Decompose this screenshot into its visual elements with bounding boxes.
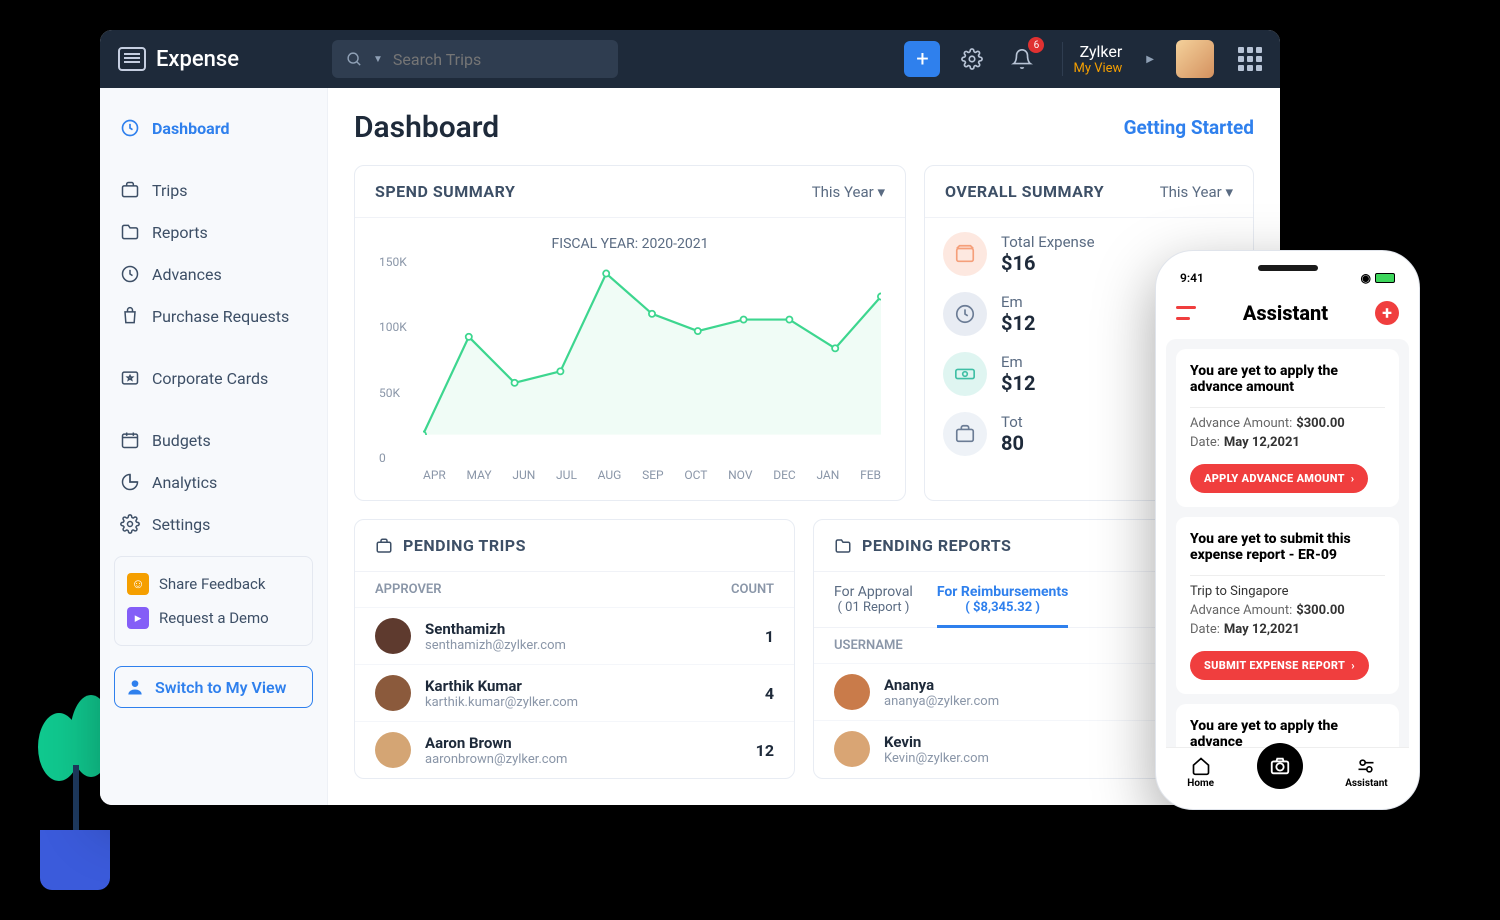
demo-icon: ▸ xyxy=(127,607,149,629)
phone-camera-button[interactable] xyxy=(1257,743,1303,789)
nav-analytics[interactable]: Analytics xyxy=(108,462,319,502)
search-dropdown-caret[interactable]: ▼ xyxy=(373,54,383,65)
phone-nav-home[interactable]: Home xyxy=(1187,756,1214,789)
switch-view-button[interactable]: Switch to My View xyxy=(114,666,313,708)
assistant-icon xyxy=(1356,756,1376,776)
phone-bottom-nav: Home Assistant xyxy=(1166,747,1409,797)
avatar xyxy=(375,618,411,654)
briefcase-icon xyxy=(120,180,140,200)
tab-for-reimbursements[interactable]: For Reimbursements( $8,345.32 ) xyxy=(937,584,1068,628)
apps-grid-icon[interactable] xyxy=(1238,47,1262,71)
chart-title: FISCAL YEAR: 2020-2021 xyxy=(379,236,881,252)
overall-summary-range-dropdown[interactable]: This Year ▾ xyxy=(1160,183,1233,201)
nav-reports[interactable]: Reports xyxy=(108,212,319,252)
phone-action-button[interactable]: SUBMIT EXPENSE REPORT › xyxy=(1190,651,1369,680)
chevron-right-icon[interactable]: ▶ xyxy=(1146,54,1154,65)
advance-clock-icon xyxy=(120,264,140,284)
phone-card: You are yet to submit this expense repor… xyxy=(1176,517,1399,694)
gear-small-icon xyxy=(120,514,140,534)
avatar xyxy=(834,731,870,767)
spend-summary-panel: SPEND SUMMARY This Year ▾ FISCAL YEAR: 2… xyxy=(354,165,906,501)
nav-corporate-cards[interactable]: Corporate Cards xyxy=(108,358,319,398)
home-icon xyxy=(1191,756,1211,776)
briefcase-small-icon xyxy=(375,537,393,555)
phone-card: You are yet to apply the advance amountA… xyxy=(1176,349,1399,507)
search-box[interactable]: ▼ xyxy=(332,40,618,78)
phone-notch xyxy=(1258,265,1318,271)
phone-add-button[interactable]: + xyxy=(1375,301,1399,325)
avatar xyxy=(375,675,411,711)
org-view: My View xyxy=(1073,61,1122,76)
camera-icon xyxy=(1269,755,1291,777)
request-demo[interactable]: ▸Request a Demo xyxy=(125,601,302,635)
search-input[interactable] xyxy=(393,50,604,69)
pending-reports-title: PENDING REPORTS xyxy=(834,536,1011,555)
clock-icon xyxy=(120,118,140,138)
wifi-icon: ◉ xyxy=(1361,271,1371,285)
pending-trips-title: PENDING TRIPS xyxy=(375,536,526,555)
page-title: Dashboard xyxy=(354,110,499,145)
main-content: Dashboard Getting Started SPEND SUMMARY … xyxy=(328,88,1280,805)
phone-time: 9:41 xyxy=(1180,271,1204,285)
brand-icon xyxy=(118,47,146,71)
bag-icon xyxy=(120,306,140,326)
pie-icon xyxy=(120,472,140,492)
nav-dashboard[interactable]: Dashboard xyxy=(108,108,319,148)
notification-badge: 6 xyxy=(1028,37,1044,53)
mobile-phone-mockup: 9:41 ◉ Assistant + You are yet to apply … xyxy=(1155,250,1420,810)
add-button[interactable]: + xyxy=(904,41,940,77)
sidebar: Dashboard Trips Reports Advances Purchas… xyxy=(100,88,328,805)
phone-action-button[interactable]: APPLY ADVANCE AMOUNT › xyxy=(1190,464,1368,493)
share-feedback[interactable]: ☺Share Feedback xyxy=(125,567,302,601)
org-name: Zylker xyxy=(1080,42,1123,61)
table-row[interactable]: Senthamizhsenthamizh@zylker.com1 xyxy=(355,607,794,664)
nav-budgets[interactable]: Budgets xyxy=(108,420,319,460)
search-icon xyxy=(346,51,363,68)
spend-summary-title: SPEND SUMMARY xyxy=(375,182,515,201)
brand-label: Expense xyxy=(156,47,239,72)
nav-settings[interactable]: Settings xyxy=(108,504,319,544)
user-avatar[interactable] xyxy=(1176,40,1214,78)
app-window: Expense ▼ + 6 Zylker My View ▶ Dashboard… xyxy=(100,30,1280,805)
spend-chart: 050K100K150K APRMAYJUNJULAUGSEPOCTNOVDEC… xyxy=(379,262,881,482)
nav-purchase-requests[interactable]: Purchase Requests xyxy=(108,296,319,336)
table-row[interactable]: Karthik Kumarkarthik.kumar@zylker.com4 xyxy=(355,664,794,721)
nav-trips[interactable]: Trips xyxy=(108,170,319,210)
phone-title: Assistant xyxy=(1243,301,1328,325)
avatar xyxy=(375,732,411,768)
settings-gear-icon[interactable] xyxy=(954,41,990,77)
pending-trips-panel: PENDING TRIPS APPROVERCOUNT Senthamizhse… xyxy=(354,519,795,779)
notifications-bell-icon[interactable]: 6 xyxy=(1004,41,1040,77)
folder-small-icon xyxy=(834,537,852,555)
card-star-icon xyxy=(120,368,140,388)
feedback-icon: ☺ xyxy=(127,573,149,595)
util-box: ☺Share Feedback ▸Request a Demo xyxy=(114,556,313,646)
phone-nav-assistant[interactable]: Assistant xyxy=(1345,756,1388,789)
table-row[interactable]: Aaron Brownaaronbrown@zylker.com12 xyxy=(355,721,794,778)
folder-icon xyxy=(120,222,140,242)
calendar-icon xyxy=(120,430,140,450)
topbar: Expense ▼ + 6 Zylker My View ▶ xyxy=(100,30,1280,88)
phone-menu-icon[interactable] xyxy=(1176,306,1196,320)
org-switcher[interactable]: Zylker My View xyxy=(1062,42,1132,76)
tab-for-approval[interactable]: For Approval( 01 Report ) xyxy=(834,584,913,615)
spend-summary-range-dropdown[interactable]: This Year ▾ xyxy=(812,183,885,201)
nav-advances[interactable]: Advances xyxy=(108,254,319,294)
avatar xyxy=(834,674,870,710)
overall-summary-title: OVERALL SUMMARY xyxy=(945,182,1104,201)
battery-icon xyxy=(1375,273,1395,283)
brand: Expense xyxy=(118,47,318,72)
person-icon xyxy=(125,677,145,697)
getting-started-link[interactable]: Getting Started xyxy=(1124,116,1254,139)
